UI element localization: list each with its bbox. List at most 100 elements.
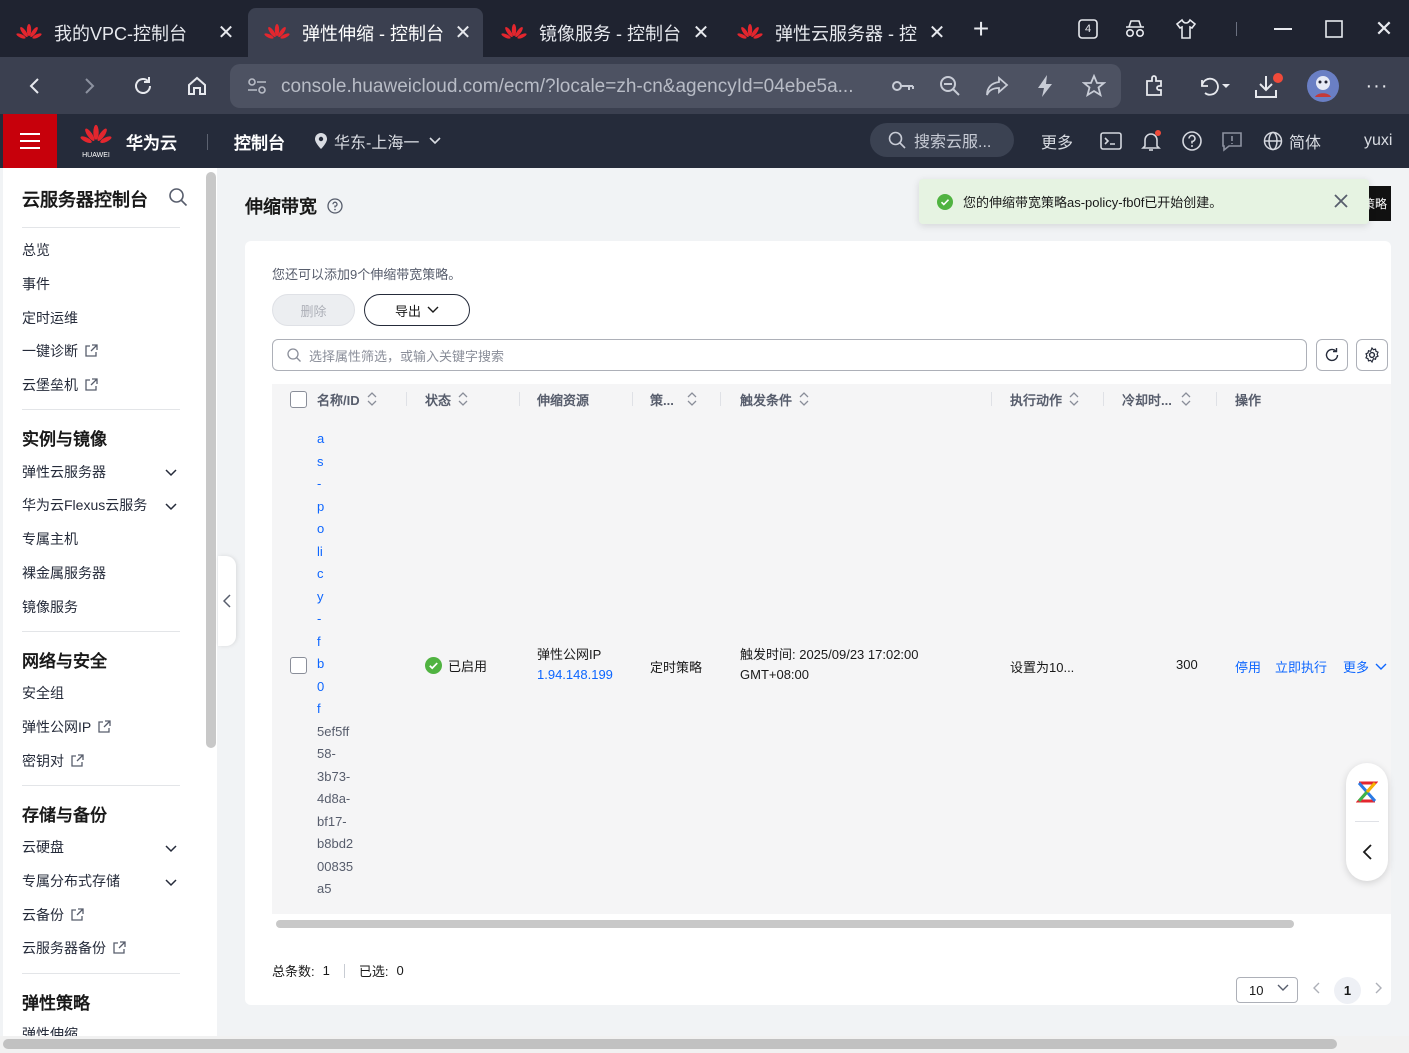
sidebar-item-scheduled-ops[interactable]: 定时运维 xyxy=(22,308,78,328)
column-label: 操作 xyxy=(1235,392,1262,408)
settings-button[interactable] xyxy=(1356,339,1388,371)
column-header-status[interactable]: 状态 xyxy=(425,384,469,414)
key-icon[interactable] xyxy=(891,76,915,96)
minimize-icon[interactable] xyxy=(1266,12,1300,46)
sidebar-item-diagnosis[interactable]: 一键诊断 xyxy=(22,341,98,361)
sidebar-item-server-backup[interactable]: 云服务器备份 xyxy=(22,938,126,958)
chevron-down-icon[interactable] xyxy=(164,499,178,513)
avatar[interactable] xyxy=(1305,68,1341,104)
disable-link[interactable]: 停用 xyxy=(1235,657,1261,676)
sidebar-item-dedicated-host[interactable]: 专属主机 xyxy=(22,529,78,549)
sort-icon xyxy=(799,392,809,406)
chevron-down-icon[interactable] xyxy=(164,841,178,855)
browser-tab-ecs[interactable]: 弹性云服务器 - 控 ✕ xyxy=(721,8,957,57)
sidebar-item-dss[interactable]: 专属分布式存储 xyxy=(22,871,120,891)
site-settings-icon[interactable] xyxy=(247,77,267,95)
sidebar-item-bastion[interactable]: 云堡垒机 xyxy=(22,375,98,395)
huawei-logo[interactable]: HUAWEI xyxy=(80,123,112,161)
sidebar-item-bms[interactable]: 裸金属服务器 xyxy=(22,563,106,583)
reload-icon[interactable] xyxy=(125,68,161,104)
shirt-icon[interactable] xyxy=(1169,12,1203,46)
resource-ip-link[interactable]: 1.94.148.199 xyxy=(537,665,613,685)
browser-tab-ims[interactable]: 镜像服务 - 控制台 ✕ xyxy=(485,8,721,57)
delete-button[interactable]: 删除 xyxy=(272,294,355,326)
close-icon[interactable]: ✕ xyxy=(453,20,473,45)
close-icon[interactable] xyxy=(1331,191,1351,211)
sidebar-item-evs[interactable]: 云硬盘 xyxy=(22,837,64,857)
undo-icon[interactable] xyxy=(1192,68,1236,104)
sidebar-scrollbar[interactable] xyxy=(206,172,216,748)
browser-tab-vpc[interactable]: 我的VPC-控制台 ✕ xyxy=(0,8,246,57)
global-search[interactable]: 搜索云服... xyxy=(870,123,1014,157)
maximize-icon[interactable] xyxy=(1317,12,1351,46)
next-page-icon[interactable] xyxy=(1371,981,1385,995)
bell-icon[interactable] xyxy=(1139,129,1163,153)
cloudshell-icon[interactable] xyxy=(1099,129,1123,153)
new-tab-button[interactable]: + xyxy=(964,12,998,46)
policy-name-link[interactable]: a s - p o li c y - f b 0 f xyxy=(317,428,357,721)
home-icon[interactable] xyxy=(179,68,215,104)
column-header-name[interactable]: 名称/ID xyxy=(317,384,378,414)
current-page[interactable]: 1 xyxy=(1334,977,1361,1004)
help-icon[interactable] xyxy=(327,198,343,214)
export-button[interactable]: 导出 xyxy=(364,294,470,326)
sidebar-item-overview[interactable]: 总览 xyxy=(22,240,50,260)
sidebar-collapse-handle[interactable] xyxy=(218,556,236,646)
more-actions-link[interactable]: 更多 xyxy=(1343,657,1387,676)
sidebar-item-keypair[interactable]: 密钥对 xyxy=(22,751,84,771)
scrollbar-thumb[interactable] xyxy=(3,1039,1337,1049)
console-link[interactable]: 控制台 xyxy=(234,114,285,168)
incognito-icon[interactable] xyxy=(1118,12,1152,46)
page-size-select[interactable]: 10 xyxy=(1236,977,1298,1003)
chevron-down-icon[interactable] xyxy=(164,875,178,889)
table-horizontal-scrollbar[interactable] xyxy=(276,920,1294,928)
sidebar-item-eip[interactable]: 弹性公网IP xyxy=(22,717,111,737)
brand-name[interactable]: 华为云 xyxy=(126,114,177,168)
share-icon[interactable] xyxy=(985,75,1009,97)
assistant-logo-icon[interactable] xyxy=(1356,780,1378,804)
more-link[interactable]: 更多 xyxy=(1041,114,1073,168)
execute-now-link[interactable]: 立即执行 xyxy=(1275,657,1327,676)
address-bar[interactable]: console.huaweicloud.com/ecm/?locale=zh-c… xyxy=(230,64,1121,108)
feedback-icon[interactable] xyxy=(1220,129,1244,153)
guide-button[interactable]: 策略 xyxy=(1369,186,1391,221)
tab-count-button[interactable]: 4 xyxy=(1071,12,1105,46)
column-header-cooldown[interactable]: 冷却时... xyxy=(1122,384,1192,414)
star-icon[interactable] xyxy=(1082,74,1106,98)
user-menu[interactable]: yuxi xyxy=(1364,114,1409,168)
search-icon[interactable] xyxy=(168,187,188,207)
close-icon[interactable]: ✕ xyxy=(691,20,711,45)
menu-button[interactable] xyxy=(3,114,57,168)
chevron-down-icon[interactable] xyxy=(164,465,178,479)
sidebar-item-events[interactable]: 事件 xyxy=(22,274,50,294)
column-header-trigger[interactable]: 触发条件 xyxy=(740,384,810,414)
back-icon[interactable] xyxy=(17,68,53,104)
column-header-action[interactable]: 执行动作 xyxy=(1010,384,1080,414)
close-icon[interactable]: ✕ xyxy=(927,20,947,45)
page-horizontal-scrollbar[interactable] xyxy=(0,1036,1409,1053)
region-selector[interactable]: 华东-上海一 xyxy=(314,114,441,168)
download-icon[interactable] xyxy=(1251,68,1287,104)
forward-icon[interactable] xyxy=(71,68,107,104)
close-icon[interactable]: ✕ xyxy=(216,20,236,45)
sidebar-item-security-group[interactable]: 安全组 xyxy=(22,683,64,703)
language-selector[interactable]: 简体 xyxy=(1263,114,1321,168)
previous-page-icon[interactable] xyxy=(1310,981,1324,995)
filter-search-input[interactable]: 选择属性筛选，或输入关键字搜索 xyxy=(272,339,1307,371)
zoom-out-icon[interactable] xyxy=(939,75,961,97)
column-header-policy-type[interactable]: 策... xyxy=(650,384,698,414)
extensions-icon[interactable] xyxy=(1137,68,1173,104)
browser-tab-autoscaling[interactable]: 弹性伸缩 - 控制台 ✕ xyxy=(248,8,483,57)
browser-menu-icon[interactable]: ··· xyxy=(1359,68,1395,104)
sidebar-item-ims[interactable]: 镜像服务 xyxy=(22,597,78,617)
close-window-icon[interactable]: ✕ xyxy=(1367,12,1401,46)
row-checkbox[interactable] xyxy=(290,657,307,674)
select-all-checkbox[interactable] xyxy=(290,391,307,408)
help-icon[interactable] xyxy=(1180,129,1204,153)
sidebar-item-ecs[interactable]: 弹性云服务器 xyxy=(22,462,106,482)
sidebar-item-cbr[interactable]: 云备份 xyxy=(22,905,84,925)
refresh-button[interactable] xyxy=(1316,339,1348,371)
lightning-icon[interactable] xyxy=(1036,74,1054,98)
chevron-left-icon[interactable] xyxy=(1361,843,1373,861)
sidebar-item-flexus[interactable]: 华为云Flexus云服务 xyxy=(22,495,147,515)
